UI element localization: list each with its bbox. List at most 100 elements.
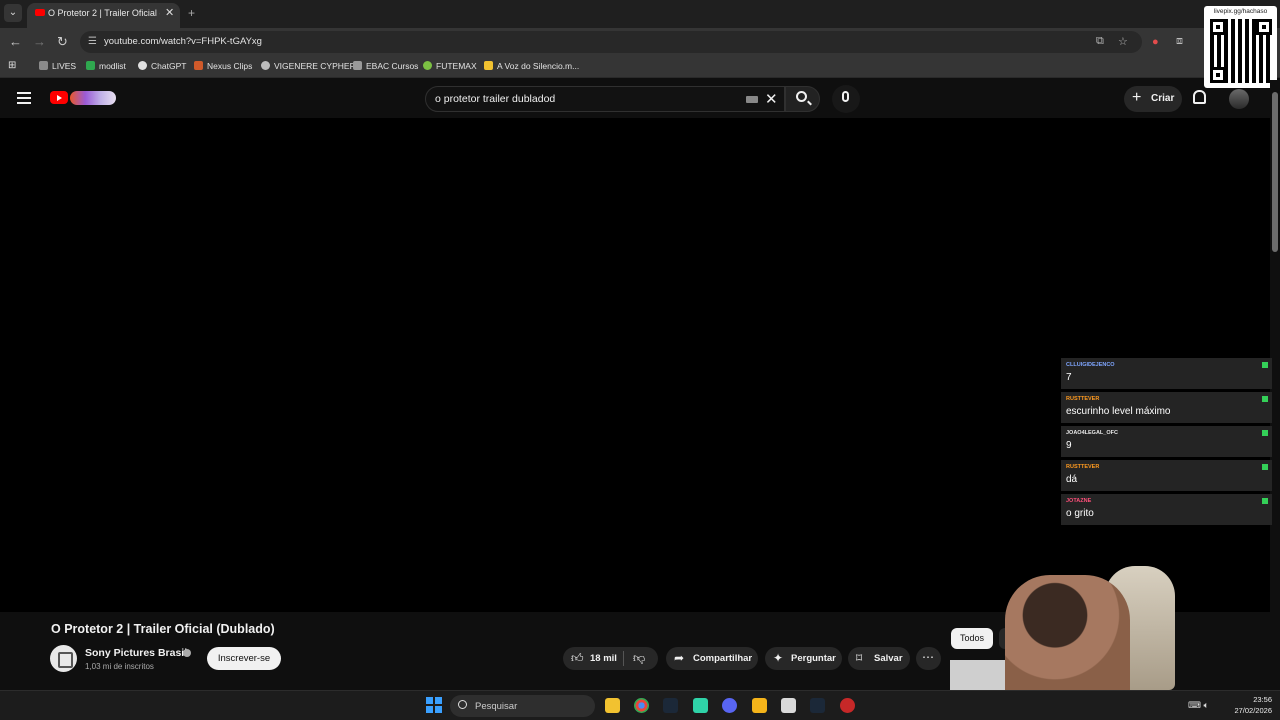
- chat-message: RUSTTEVER escurinho level máximo: [1061, 392, 1272, 423]
- dislike-thumb-icon[interactable]: 👎︎: [633, 651, 645, 666]
- like-thumb-icon[interactable]: 👍︎: [571, 651, 584, 666]
- tab-list-button[interactable]: ⌄: [4, 4, 22, 22]
- like-count[interactable]: 18 mil: [590, 653, 617, 664]
- youtube-logo[interactable]: [50, 91, 68, 104]
- chat-message: CLLUIGIDEJENCO 7: [1061, 358, 1272, 389]
- search-query-text[interactable]: o protetor trailer dubladod: [435, 93, 555, 105]
- bookmark-item[interactable]: ChatGPT: [138, 61, 186, 71]
- apps-grid-icon[interactable]: ⊞: [8, 60, 16, 71]
- plus-icon: +: [1132, 89, 1142, 106]
- chat-status-icon: [1262, 430, 1268, 436]
- chat-status-icon: [1262, 464, 1268, 470]
- address-bar[interactable]: ☰ youtube.com/watch?v=FHPK-tGAYxg ⧉ ☆: [80, 31, 1142, 53]
- rockstar-icon[interactable]: [752, 698, 767, 713]
- chrome-icon[interactable]: [634, 698, 649, 713]
- chat-message: JOTAZNE o grito: [1061, 494, 1272, 525]
- new-tab-icon[interactable]: +: [188, 6, 195, 20]
- reload-icon[interactable]: ↻: [57, 34, 68, 50]
- more-dots-icon: ⋯: [922, 650, 934, 664]
- chat-text: o grito: [1066, 508, 1094, 519]
- ebac-icon: [353, 61, 362, 70]
- app-green-icon[interactable]: [693, 698, 708, 713]
- webcam-desk: [950, 660, 1010, 690]
- more-actions-button[interactable]: ⋯: [916, 647, 941, 670]
- browser-tab-active[interactable]: O Protetor 2 | Trailer Oficial (Du ✕: [27, 3, 180, 28]
- url-text[interactable]: youtube.com/watch?v=FHPK-tGAYxg: [104, 36, 262, 47]
- youtube-app-icon[interactable]: [840, 698, 855, 713]
- microphone-icon: [842, 91, 849, 102]
- qr-code-overlay: livepix.gg/hachaso: [1204, 6, 1277, 88]
- clock-date: 27/02/2026: [1234, 706, 1272, 715]
- tab-close-icon[interactable]: ✕: [165, 6, 174, 19]
- keyboard-icon[interactable]: [746, 96, 758, 103]
- subscriber-count: 1,03 mi de inscritos: [85, 662, 154, 671]
- chat-username: RUSTTEVER: [1066, 464, 1100, 470]
- share-label: Compartilhar: [693, 653, 753, 664]
- chat-status-icon: [1262, 362, 1268, 368]
- chat-username: RUSTTEVER: [1066, 396, 1100, 402]
- system-clock[interactable]: 23:56 27/02/2026: [1222, 694, 1272, 716]
- taskbar-search[interactable]: Pesquisar: [450, 695, 595, 717]
- scrollbar-thumb[interactable]: [1272, 92, 1278, 252]
- bookmark-item[interactable]: Nexus Clips: [194, 61, 252, 71]
- channel-avatar[interactable]: [50, 645, 77, 672]
- create-button[interactable]: + Criar: [1124, 86, 1182, 112]
- qr-finder-pattern: [1256, 19, 1272, 35]
- chat-message: JOAO4LEGAL_OFC 9: [1061, 426, 1272, 457]
- install-app-icon[interactable]: ⧉: [1096, 35, 1104, 48]
- steam-icon[interactable]: [810, 698, 825, 713]
- youtube-favicon-icon: [35, 9, 45, 16]
- site-info-icon[interactable]: ☰: [88, 36, 97, 47]
- back-icon[interactable]: ←: [9, 34, 22, 49]
- discord-icon[interactable]: [722, 698, 737, 713]
- app-window-icon[interactable]: [781, 698, 796, 713]
- extension-red-icon[interactable]: ●: [1152, 36, 1159, 48]
- hamburger-menu-icon[interactable]: [17, 92, 31, 104]
- windows-start-icon[interactable]: [426, 697, 442, 713]
- globe-icon: [261, 61, 270, 70]
- bookmark-item[interactable]: modlist: [86, 61, 126, 71]
- bookmark-item[interactable]: A Voz do Silencio.m...: [484, 61, 579, 71]
- subscribe-button[interactable]: Inscrever-se: [207, 647, 281, 670]
- file-explorer-icon[interactable]: [605, 698, 620, 713]
- forward-icon[interactable]: →: [33, 34, 46, 49]
- qr-code-image: [1210, 19, 1272, 83]
- save-button[interactable]: ⌑ Salvar: [848, 647, 910, 670]
- taskbar-search-placeholder: Pesquisar: [475, 701, 518, 712]
- bookmark-item[interactable]: VIGENERE CYPHER: [261, 61, 356, 71]
- steam-icon[interactable]: [663, 698, 678, 713]
- modlist-icon: [86, 61, 95, 70]
- clear-search-icon[interactable]: ✕: [765, 90, 778, 108]
- search-icon: [796, 91, 807, 102]
- stream-chat-overlay: CLLUIGIDEJENCO 7 RUSTTEVER escurinho lev…: [1061, 358, 1272, 528]
- like-dislike-group: 👍︎ 18 mil 👎︎: [563, 647, 658, 670]
- youtube-header: o protetor trailer dubladod ✕ + Criar: [0, 80, 1280, 118]
- bookmarks-bar: ⊞ LIVES modlist ChatGPT Nexus Clips VIGE…: [0, 56, 1280, 78]
- chat-text: 7: [1066, 372, 1072, 383]
- bookmark-item[interactable]: EBAC Cursos: [353, 61, 418, 71]
- browser-toolbar: ← → ↻ ☰ youtube.com/watch?v=FHPK-tGAYxg …: [0, 28, 1280, 56]
- youtube-doodle-logo[interactable]: [70, 91, 116, 105]
- bookmark-item[interactable]: FUTEMAX: [423, 61, 477, 71]
- voice-search-button[interactable]: [832, 85, 860, 113]
- chat-status-icon: [1262, 498, 1268, 504]
- chat-text: dá: [1066, 474, 1078, 485]
- bookmark-icon: ⌑: [856, 651, 863, 665]
- chat-text: escurinho level máximo: [1066, 406, 1171, 417]
- clock-time: 23:56: [1253, 695, 1272, 704]
- ask-button[interactable]: ✦ Perguntar: [765, 647, 842, 670]
- extensions-puzzle-icon[interactable]: ⧈: [1176, 35, 1183, 48]
- share-button[interactable]: ➦ Compartilhar: [666, 647, 758, 670]
- chat-status-icon: [1262, 396, 1268, 402]
- bookmark-item[interactable]: LIVES: [39, 61, 76, 71]
- divider: [623, 651, 624, 666]
- bookmark-star-icon[interactable]: ☆: [1118, 35, 1128, 48]
- account-avatar[interactable]: [1229, 89, 1249, 109]
- sparkle-icon: ✦: [773, 651, 784, 665]
- channel-name[interactable]: Sony Pictures Brasil: [85, 647, 187, 659]
- search-button[interactable]: [785, 86, 820, 112]
- search-input[interactable]: o protetor trailer dubladod ✕: [425, 86, 785, 112]
- system-tray-icons[interactable]: ⌨ 🔈︎: [1188, 700, 1209, 711]
- futemax-icon: [423, 61, 432, 70]
- notifications-bell-icon[interactable]: [1193, 90, 1206, 104]
